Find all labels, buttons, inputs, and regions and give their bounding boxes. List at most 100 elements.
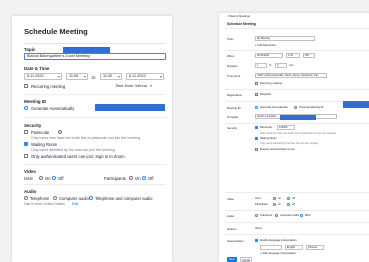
redaction-bar	[63, 47, 110, 53]
telephone-radio[interactable]	[24, 196, 28, 200]
participants-video-off-radio[interactable]	[142, 176, 146, 180]
participants-video-on-label: On	[135, 176, 141, 181]
divider	[225, 234, 369, 235]
topic-label: Topic	[227, 37, 234, 41]
start-date-select[interactable]: 6.11.2022	[24, 73, 62, 80]
waiting-room-label: Waiting Room	[260, 137, 277, 140]
host-video-off-radio[interactable]	[52, 176, 56, 180]
video-label: Video	[24, 169, 36, 174]
topic-input[interactable]: My Meeting	[255, 36, 315, 41]
generate-automatically-radio[interactable]	[24, 106, 28, 110]
save-button[interactable]: Save	[227, 257, 237, 262]
when-ampm-select[interactable]: PM	[303, 53, 315, 58]
interpretation-checkbox[interactable]	[255, 239, 258, 242]
require-authentication-checkbox[interactable]	[255, 148, 258, 151]
telephone-radio[interactable]	[255, 214, 258, 217]
dial-in-text: Dial in from United States	[24, 202, 65, 206]
interpreter-email-input[interactable]	[260, 245, 282, 250]
authenticated-users-label: Only authenticated users can join: Sign …	[31, 154, 125, 159]
audio-label: Audio	[227, 214, 235, 218]
redaction-bar	[95, 104, 165, 111]
telephone-and-computer-audio-radio[interactable]	[89, 196, 93, 200]
recurring-checkbox[interactable]	[255, 82, 258, 85]
topic-label: Topic	[24, 47, 36, 52]
topic-input[interactable]: Bianca Baumgartner's Zoom Meeting	[24, 53, 166, 60]
generate-automatically-label: Generate Automatically	[260, 106, 288, 109]
end-time-select[interactable]: 11:30	[100, 73, 122, 80]
when-date-input[interactable]: 06/11/2022	[255, 53, 283, 58]
interpret-from-select[interactable]: English	[285, 245, 303, 250]
page-title: Schedule Meeting	[24, 27, 88, 36]
generate-automatically-radio[interactable]	[255, 106, 258, 109]
end-date-select[interactable]: 6.11.2022	[126, 73, 164, 80]
authenticated-users-checkbox[interactable]	[24, 154, 28, 158]
both-audio-radio[interactable]	[300, 214, 303, 217]
passcode-hint: Only users who have the invite link or p…	[260, 132, 336, 135]
timezone-select[interactable]: (GMT+1:00) Amsterdam, Berlin, Rome, Stoc…	[255, 73, 327, 78]
timezone-label: Time Zone	[227, 74, 241, 78]
participants-video-label: Participants	[104, 176, 126, 181]
when-time-select[interactable]: 1:00	[286, 53, 300, 58]
host-video-on-label: On	[45, 176, 51, 181]
participant-video-off-label: off	[292, 203, 295, 206]
personal-meeting-id-radio[interactable]	[294, 106, 297, 109]
schedule-meeting-web-form: < Back to Meetings Schedule Meeting Topi…	[219, 13, 369, 262]
divider	[24, 117, 166, 118]
passcode-checkbox[interactable]	[24, 130, 28, 134]
divider	[24, 164, 166, 165]
computer-audio-radio[interactable]	[275, 214, 278, 217]
divider	[225, 123, 369, 124]
chevron-down-icon[interactable]: ▾	[150, 83, 152, 88]
passcode-label: Passcode	[31, 130, 50, 135]
passcode-label: Passcode	[260, 126, 272, 129]
waiting-room-checkbox[interactable]	[255, 137, 258, 140]
timezone-label: Time Zone:	[115, 84, 135, 88]
show-options-link[interactable]: Show	[255, 227, 262, 230]
host-video-on-radio[interactable]	[273, 197, 276, 200]
cancel-button[interactable]: Cancel	[240, 257, 252, 262]
participant-video-on-radio[interactable]	[273, 203, 276, 206]
add-interpretation-link[interactable]: + Add Language Interpretation	[260, 252, 296, 255]
participant-video-off-radio[interactable]	[287, 203, 290, 206]
registration-required-checkbox[interactable]	[255, 93, 258, 96]
back-to-meetings-link[interactable]: < Back to Meetings	[227, 15, 250, 18]
edit-link[interactable]: Edit	[72, 202, 78, 206]
host-video-on-radio[interactable]	[39, 176, 43, 180]
both-audio-label: Both	[305, 214, 311, 217]
waiting-room-hint: Only users admitted by the host can join…	[260, 142, 319, 145]
divider	[225, 210, 369, 211]
computer-audio-radio[interactable]	[53, 196, 57, 200]
passcode-checkbox[interactable]	[255, 126, 258, 129]
redaction-bar	[343, 101, 369, 108]
waiting-room-checkbox[interactable]	[24, 142, 28, 146]
registration-label: Registration	[227, 93, 242, 97]
template-label: Template	[227, 115, 239, 119]
info-icon[interactable]: i	[58, 130, 62, 134]
meeting-id-label: Meeting ID	[24, 99, 47, 104]
host-video-off-radio[interactable]	[287, 197, 290, 200]
add-description-link[interactable]: + Add Description	[255, 44, 276, 47]
duration-hours-select[interactable]: 1	[255, 63, 267, 68]
passcode-input[interactable]: 123456	[277, 125, 295, 130]
interpret-to-select[interactable]: Chinese	[306, 245, 324, 250]
recurring-checkbox[interactable]	[24, 84, 28, 88]
security-label: Security	[24, 123, 42, 128]
timezone-value[interactable]: Vienna	[135, 84, 147, 88]
hours-label: hr	[269, 64, 272, 67]
interpretation-label: Interpretation	[227, 239, 244, 243]
host-video-off-label: off	[292, 197, 295, 200]
participant-video-on-label: on	[278, 203, 281, 206]
participants-video-on-radio[interactable]	[129, 176, 133, 180]
start-time-select[interactable]: 11:00	[66, 73, 88, 80]
registration-required-label: Required	[260, 93, 271, 96]
meeting-id-label: Meeting ID	[227, 106, 241, 110]
recurring-label: Recurring meeting	[260, 82, 282, 85]
participant-video-label: Participant	[255, 203, 268, 206]
divider	[225, 89, 369, 90]
telephone-label: Telephone	[260, 214, 273, 217]
host-video-on-label: on	[278, 197, 281, 200]
computer-audio-label: Computer Audio	[280, 214, 300, 217]
audio-label: Audio	[24, 189, 37, 194]
duration-minutes-select[interactable]: 0	[275, 63, 287, 68]
schedule-meeting-dialog: Schedule Meeting Topic Bianca Baumgartne…	[12, 16, 172, 262]
